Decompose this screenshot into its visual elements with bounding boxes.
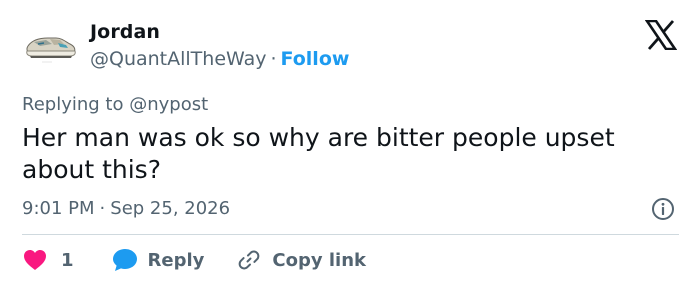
tweet-time: 9:01 PM xyxy=(22,198,95,219)
tweet-actions: 1 Reply Copy link xyxy=(22,246,366,274)
speech-bubble-icon xyxy=(112,247,138,273)
reply-label: Reply xyxy=(147,249,205,271)
like-button[interactable]: 1 xyxy=(22,247,74,273)
info-icon[interactable] xyxy=(651,197,675,221)
replying-prefix: Replying to xyxy=(22,94,124,115)
author-handle[interactable]: @QuantAllTheWay xyxy=(90,48,266,70)
like-count: 1 xyxy=(61,249,74,271)
replying-mention[interactable]: @nypost xyxy=(129,94,208,115)
copy-link-label: Copy link xyxy=(272,249,366,271)
handle-separator: · xyxy=(270,48,277,70)
tweet-timestamp[interactable]: 9:01 PM · Sep 25, 2026 xyxy=(22,198,230,219)
copy-link-button[interactable]: Copy link xyxy=(236,247,366,273)
reply-button[interactable]: Reply xyxy=(112,247,205,273)
x-logo-icon[interactable] xyxy=(644,19,678,51)
follow-button[interactable]: Follow xyxy=(281,48,350,70)
tweet-text: Her man was ok so why are bitter people … xyxy=(22,123,615,184)
tweet-date: Sep 25, 2026 xyxy=(110,198,231,219)
avatar[interactable] xyxy=(22,16,78,72)
heart-icon xyxy=(22,247,48,273)
link-icon xyxy=(236,247,262,273)
timestamp-separator: · xyxy=(99,198,106,219)
replying-to: Replying to @nypost xyxy=(22,94,208,115)
divider xyxy=(22,234,679,235)
sneaker-avatar-icon xyxy=(22,16,78,72)
author-handle-row: @QuantAllTheWay · Follow xyxy=(90,48,349,70)
author-name[interactable]: Jordan xyxy=(90,21,160,43)
